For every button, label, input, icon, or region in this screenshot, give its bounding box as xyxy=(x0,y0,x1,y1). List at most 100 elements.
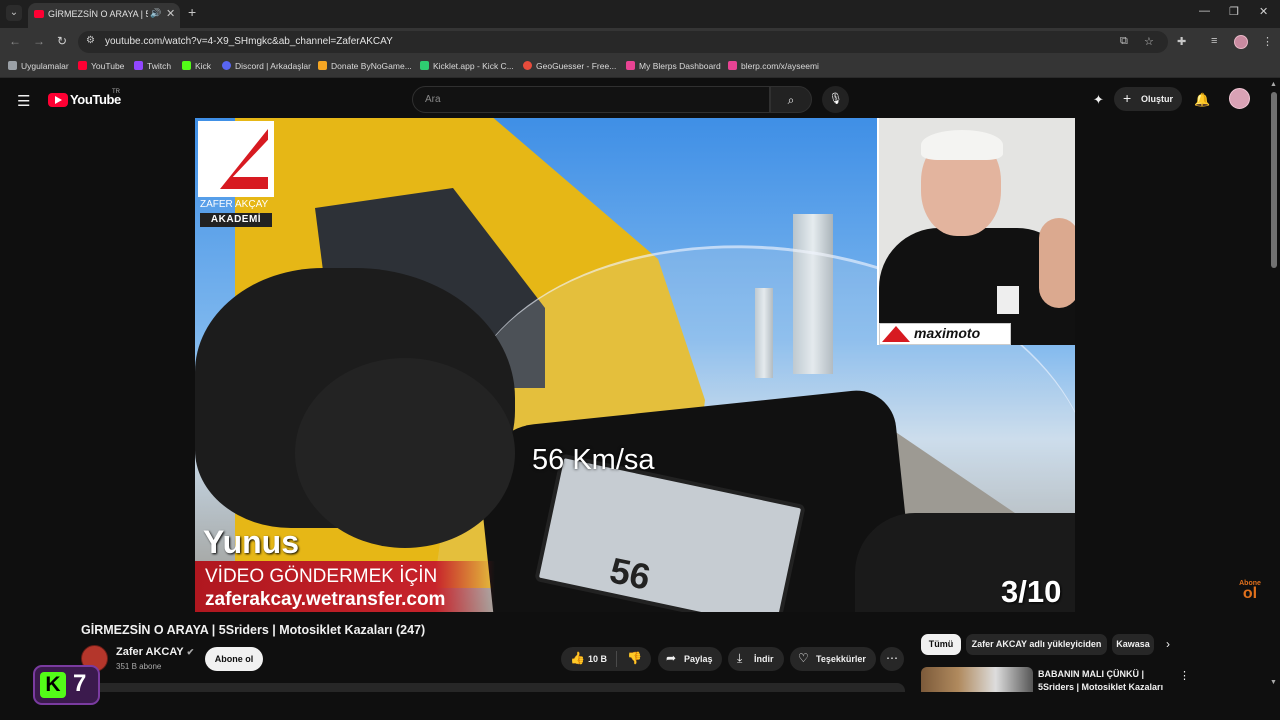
kick-logo-icon: K xyxy=(40,672,66,698)
presenter-hair xyxy=(921,130,1003,160)
browser-tab-strip: ⌄ GİRMEZSİN O ARAYA | 5Srid 🔊 ✕ + — ❐ ✕ xyxy=(0,0,1280,28)
rider-name: Yunus xyxy=(203,524,300,560)
bookmark-discord[interactable]: Discord | Arkadaşlar xyxy=(222,61,311,71)
new-tab-plus-icon[interactable]: + xyxy=(188,4,196,20)
speaker-icon[interactable]: 🔊 xyxy=(150,8,161,19)
site-info-icon[interactable]: ⚙ xyxy=(86,35,95,46)
minimize-icon[interactable]: — xyxy=(1199,5,1210,17)
share-label: Paylaş xyxy=(684,654,713,664)
chip-kawasaki[interactable]: Kawasa xyxy=(1112,634,1154,655)
youtube-logo-icon[interactable] xyxy=(48,93,68,107)
chip-all[interactable]: Tümü xyxy=(921,634,961,655)
sponsor-name: maximoto xyxy=(914,325,981,341)
account-avatar[interactable] xyxy=(1229,88,1250,109)
geoguesser-icon xyxy=(523,61,532,70)
video-player[interactable]: 56 ZAFER AKÇAY AKADEMİ 56 Km/sa Yunus Vİ… xyxy=(195,118,1075,612)
verified-check-icon: ✔ xyxy=(186,647,195,657)
search-input[interactable]: Ara xyxy=(412,86,770,113)
country-code: TR xyxy=(112,89,120,95)
browser-menu-icon[interactable]: ⋮ xyxy=(1262,35,1273,48)
sponsor-mark-icon xyxy=(882,326,910,342)
chevron-right-icon[interactable]: › xyxy=(1166,637,1170,651)
window-close-icon[interactable]: ✕ xyxy=(1259,5,1268,18)
sparkle-extension-icon[interactable]: ✦ xyxy=(1093,92,1104,108)
thumbs-up-icon[interactable]: 👍 xyxy=(570,651,585,665)
bookmarks-bar: Uygulamalar YouTube Twitch Kick Discord … xyxy=(0,56,1280,78)
youtube-favicon-icon xyxy=(34,10,44,18)
subscribe-button[interactable]: Abone ol xyxy=(205,647,263,671)
video-dash-speed: 56 xyxy=(606,549,654,598)
cast-icon[interactable]: ⧉ xyxy=(1120,35,1128,48)
watermark-big: ol xyxy=(1242,585,1258,602)
presenter-hand xyxy=(1039,218,1075,308)
tab-search-chevron-icon[interactable]: ⌄ xyxy=(6,5,22,21)
like-divider xyxy=(616,651,617,667)
browser-tab-active[interactable]: GİRMEZSİN O ARAYA | 5Srid 🔊 ✕ xyxy=(28,3,180,28)
notifications-bell-icon[interactable]: 🔔 xyxy=(1194,92,1210,108)
share-button[interactable]: ➦ Paylaş xyxy=(658,647,722,671)
speed-overlay: 56 Km/sa xyxy=(532,444,655,476)
bookmark-twitch[interactable]: Twitch xyxy=(134,61,171,71)
blerp-icon xyxy=(728,61,737,70)
bookmark-kick[interactable]: Kick xyxy=(182,61,211,71)
more-actions-icon[interactable]: ⋯ xyxy=(880,647,904,671)
bookmark-bynogame[interactable]: Donate ByNoGame... xyxy=(318,61,412,71)
recommended-title[interactable]: BABANIN MALI ÇÜNKÜ | 5Sriders | Motosikl… xyxy=(1038,668,1166,694)
bookmark-label: Discord | Arkadaşlar xyxy=(235,61,311,71)
bookmark-apps[interactable]: Uygulamalar xyxy=(8,61,69,71)
bookmark-youtube[interactable]: YouTube xyxy=(78,61,124,71)
subscribe-watermark[interactable]: Abone ol xyxy=(1236,580,1264,604)
bookmark-kicklet[interactable]: Kicklet.app - Kick C... xyxy=(420,61,514,71)
url-text[interactable]: youtube.com/watch?v=4-X9_SHmgkc&ab_chann… xyxy=(105,36,393,47)
scroll-down-icon[interactable]: ▼ xyxy=(1270,679,1277,686)
subscriber-count: 351 B abone xyxy=(116,662,162,671)
reload-icon[interactable]: ↻ xyxy=(57,34,67,48)
kicklet-icon xyxy=(420,61,429,70)
browser-profile-avatar[interactable] xyxy=(1234,35,1248,49)
back-arrow-icon[interactable]: ← xyxy=(9,34,21,48)
bookmark-blerp-profile[interactable]: blerp.com/x/ayseemi xyxy=(728,61,819,71)
clip-counter: 3/10 xyxy=(1001,574,1062,609)
presenter-pip: maximoto xyxy=(877,118,1075,345)
restore-icon[interactable]: ❐ xyxy=(1229,5,1239,18)
download-label: İndir xyxy=(754,654,774,664)
omnibox[interactable]: ⚙ youtube.com/watch?v=4-X9_SHmgkc&ab_cha… xyxy=(78,31,1168,53)
hamburger-menu-icon[interactable]: ☰ xyxy=(17,92,30,110)
like-count[interactable]: 10 B xyxy=(588,654,607,664)
voice-search-mic-icon[interactable]: 🎙 xyxy=(822,86,849,113)
bookmark-label: Uygulamalar xyxy=(21,61,69,71)
search-icon: ⌕ xyxy=(787,93,795,107)
youtube-icon xyxy=(78,61,87,70)
channel-watermark-logo: ZAFER AKÇAY AKADEMİ xyxy=(198,121,274,227)
kick-icon xyxy=(182,61,191,70)
extensions-puzzle-icon[interactable]: ✚ xyxy=(1177,35,1186,48)
recommended-more-icon[interactable]: ⋮ xyxy=(1179,669,1190,682)
thanks-button[interactable]: ♡ Teşekkürler xyxy=(790,647,876,671)
scroll-up-icon[interactable]: ▲ xyxy=(1270,81,1277,88)
send-url: zaferakcay.wetransfer.com xyxy=(205,589,446,610)
blerp-icon xyxy=(626,61,635,70)
kick-viewer-count: 7 xyxy=(73,670,87,697)
create-button[interactable]: + Oluştur xyxy=(1114,87,1182,111)
thumbs-down-icon[interactable]: 👎 xyxy=(627,651,642,665)
download-button[interactable]: ⤓ İndir xyxy=(728,647,784,671)
forward-arrow-icon[interactable]: → xyxy=(33,34,45,48)
search-button[interactable]: ⌕ xyxy=(770,86,812,113)
bookmark-label: Kicklet.app - Kick C... xyxy=(433,61,514,71)
bookmark-label: GeoGuesser - Free... xyxy=(536,61,617,71)
send-text: VİDEO GÖNDERMEK İÇİN xyxy=(205,566,438,587)
media-controls-icon[interactable]: ≡ xyxy=(1211,35,1217,47)
plus-icon: + xyxy=(1123,90,1132,106)
bookmark-label: Kick xyxy=(195,61,212,71)
bookmark-star-icon[interactable]: ☆ xyxy=(1144,35,1154,48)
bookmark-label: Donate ByNoGame... xyxy=(331,61,412,71)
chip-from-uploader[interactable]: Zafer AKCAY adlı yükleyiciden xyxy=(966,634,1107,655)
video-glove-cuff xyxy=(295,358,515,548)
bookmark-geoguesser[interactable]: GeoGuesser - Free... xyxy=(523,61,616,71)
thanks-label: Teşekkürler xyxy=(816,654,866,664)
bookmark-label: Twitch xyxy=(147,61,172,71)
channel-name[interactable]: Zafer AKCAY ✔ xyxy=(116,646,194,658)
tab-close-icon[interactable]: ✕ xyxy=(166,7,175,20)
bookmark-blerps-dashboard[interactable]: My Blerps Dashboard xyxy=(626,61,721,71)
page-scrollbar[interactable] xyxy=(1271,92,1277,268)
